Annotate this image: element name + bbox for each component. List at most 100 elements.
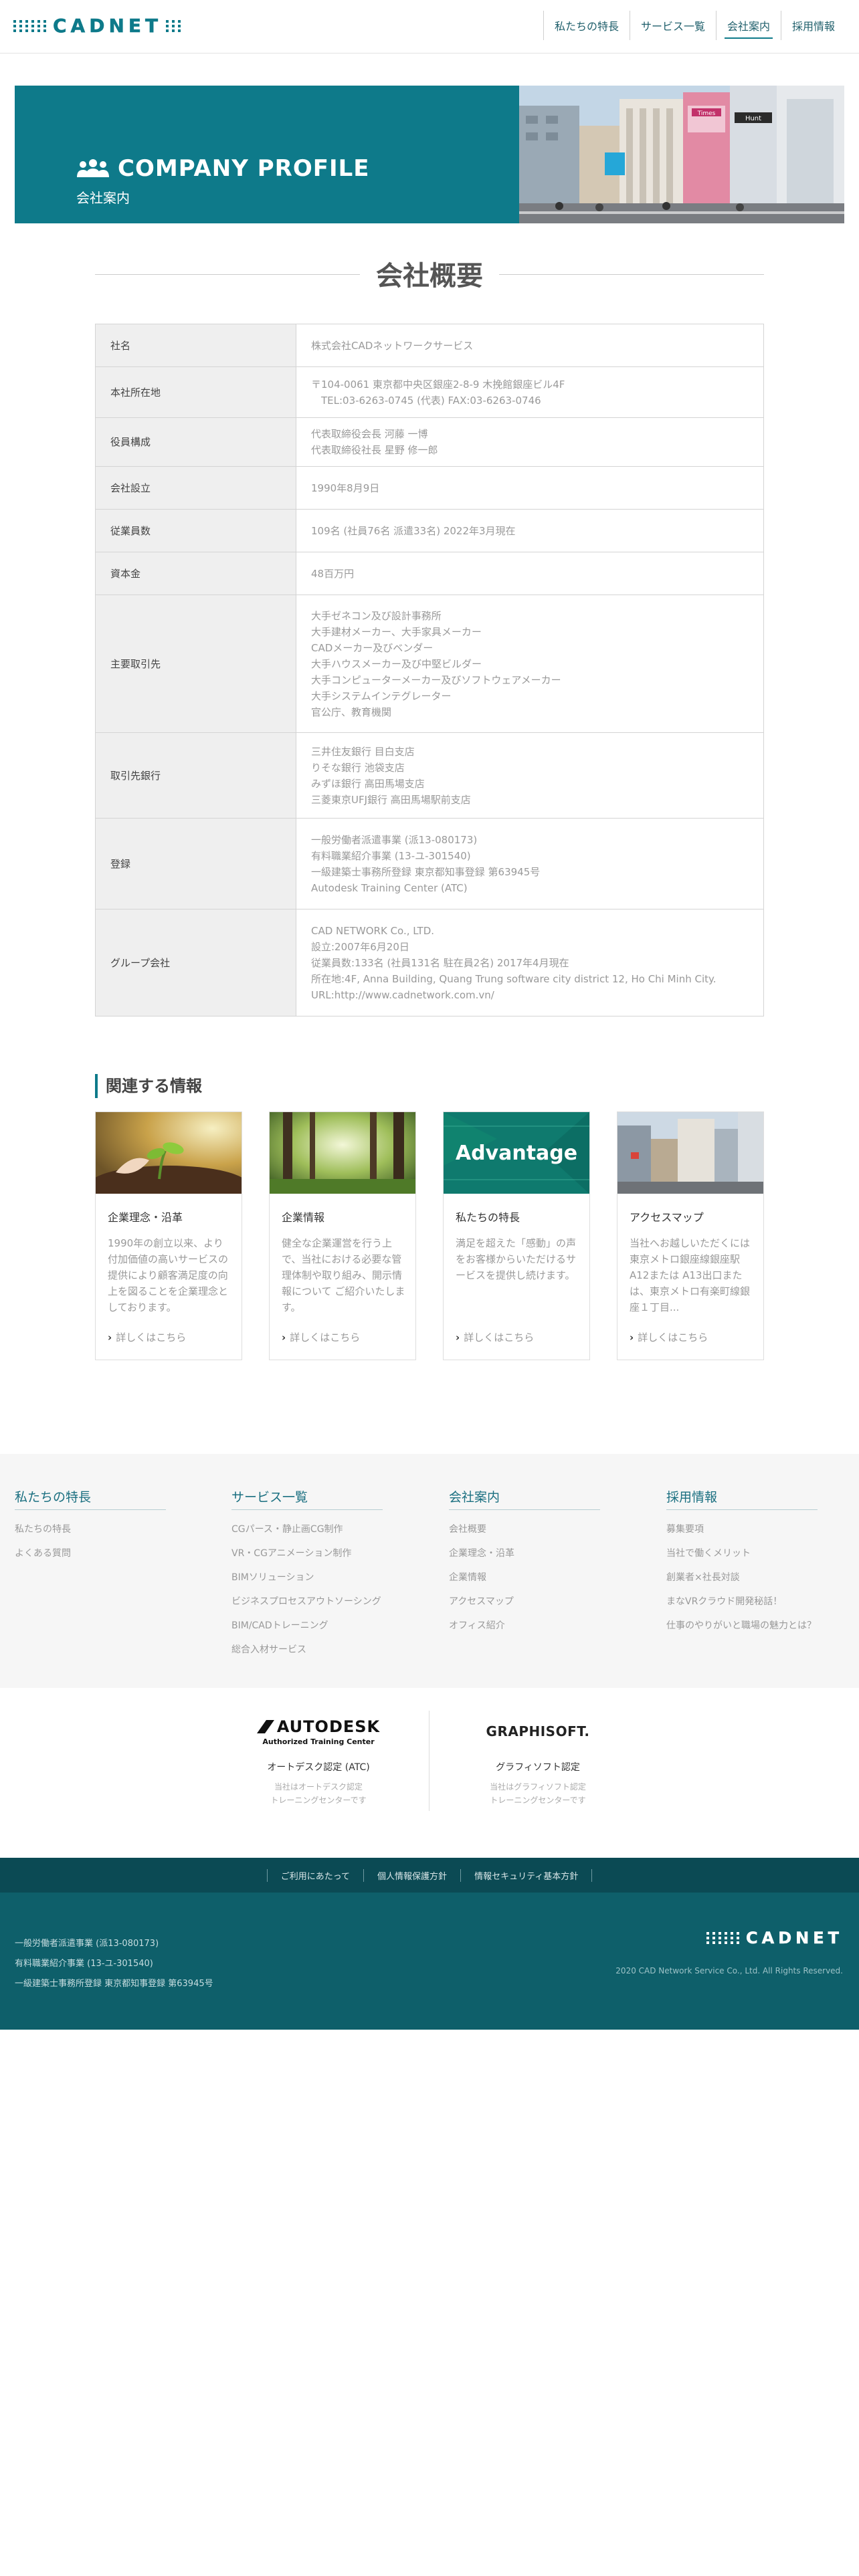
profile-row: 主要取引先 大手ゼネコン及び設計事務所 大手建材メーカー、大手家具メーカー CADメー…	[95, 595, 764, 733]
profile-value: CAD NETWORK Co., LTD. 設立:2007年6月20日従業員数:1…	[296, 909, 764, 1016]
profile-row: 資本金 48百万円	[95, 552, 764, 595]
footer-link[interactable]: ビジネスプロセスアウトソーシング	[231, 1594, 385, 1609]
profile-label: 取引先銀行	[95, 732, 296, 819]
graphisoft-wordmark: GRAPHISOFT.	[486, 1723, 590, 1739]
partner-graphisoft[interactable]: GRAPHISOFT. グラフィソフト認定 当社はグラフィソフト認定 トレーニン…	[438, 1715, 638, 1807]
policy-terms-link[interactable]: ご利用にあたって	[266, 1868, 363, 1882]
site-logo[interactable]: CADNET	[13, 15, 182, 37]
footer-column-heading[interactable]: サービス一覧	[231, 1487, 383, 1510]
related-card-philosophy[interactable]: 企業理念・沿革 1990年の創立以来、より付加価値の高いサービスの提供により顧客…	[95, 1111, 242, 1360]
photo-sign-1: Times	[697, 110, 716, 117]
profile-label: 会社設立	[95, 466, 296, 510]
nav-company[interactable]: 会社案内	[715, 11, 781, 40]
hero-title-row: COMPANY PROFILE	[76, 155, 369, 182]
company-profile-table: 社名 株式会社CADネットワークサービス 本社所在地 〒104-0061 東京都中央区…	[95, 324, 764, 1016]
footer-link[interactable]: まなVRクラウド開発秘話！	[666, 1594, 820, 1609]
profile-value-line: 大手ハウスメーカー及び中堅ビルダー	[311, 657, 482, 670]
profile-value: 109名 (社員76名 派遣33名) 2022年3月現在	[296, 509, 764, 552]
advantage-image: Advantage	[444, 1112, 589, 1194]
footer-link[interactable]: 企業情報	[449, 1570, 603, 1585]
profile-value-line: 一般労働者派遣事業 (派13-080173)	[311, 833, 478, 846]
footer-link[interactable]: 募集要項	[666, 1522, 820, 1537]
profile-value-line: 48百万円	[311, 567, 355, 580]
footer-column: 採用情報募集要項当社で働くメリット 創業者×社長対談 まなVRクラウド開発秘話！ 仕事…	[666, 1487, 820, 1633]
footer-column: 私たちの特長 私たちの特長 よくある質問	[15, 1487, 169, 1561]
card-title: 私たちの特長	[456, 1211, 520, 1224]
card-title: アクセスマップ	[630, 1211, 704, 1224]
section-heading: 会社概要	[95, 254, 764, 294]
nav-recruit[interactable]: 採用情報	[780, 11, 846, 40]
partner-desc-line: 当社はグラフィソフト認定	[490, 1782, 586, 1792]
graphisoft-logo: GRAPHISOFT.	[438, 1715, 638, 1748]
footer-link[interactable]: 総合入材サービス	[231, 1642, 385, 1657]
card-more-link[interactable]: › 詳しくはこちら	[630, 1330, 708, 1344]
profile-label: 資本金	[95, 552, 296, 595]
profile-value-line: 大手建材メーカー、大手家具メーカー	[311, 625, 482, 638]
policy-links-bar: ご利用にあたって 個人情報保護方針 情報セキュリティ基本方針	[0, 1858, 859, 1893]
nav-services[interactable]: サービス一覧	[629, 11, 716, 40]
chevron-right-icon: ›	[456, 1331, 460, 1344]
more-label: 詳しくはこちら	[116, 1331, 187, 1344]
footer-logo[interactable]: CADNET	[706, 1930, 843, 1946]
card-more-link[interactable]: › 詳しくはこちら	[282, 1330, 360, 1344]
card-more-link[interactable]: › 詳しくはこちら	[456, 1330, 534, 1344]
footer-link[interactable]: BIMソリューション	[231, 1570, 385, 1585]
profile-value-line: 所在地:4F, Anna Building, Quang Trung softw…	[311, 972, 717, 985]
profile-value-line: CAD NETWORK Co., LTD.	[311, 924, 435, 937]
hero-banner: COMPANY PROFILE 会社案内 Times Hunt	[15, 86, 844, 223]
city-street-image: Times Hunt	[519, 86, 844, 223]
partner-autodesk[interactable]: AUTODESK Authorized Training Center オートデ…	[218, 1715, 419, 1807]
footer-link[interactable]: オフィス紹介	[449, 1618, 603, 1633]
people-icon	[77, 159, 109, 177]
profile-value-line: 三井住友銀行 目白支店	[311, 745, 415, 758]
partner-desc-line: 当社はオートデスク認定	[274, 1782, 363, 1792]
profile-value: 1990年8月9日	[296, 466, 764, 510]
logo-text: CADNET	[53, 15, 163, 37]
footer-link[interactable]: 会社概要	[449, 1522, 603, 1537]
profile-value-line: 設立:2007年6月20日	[311, 940, 409, 953]
autodesk-wordmark: AUTODESK	[276, 1717, 381, 1736]
footer-column: サービス一覧 CGパース・静止画CG制作 VR・CGアニメーション制作 BIMソリュー…	[231, 1487, 385, 1657]
card-more-link[interactable]: › 詳しくはこちら	[108, 1330, 186, 1344]
profile-value-line: 代表取締役社長 星野 修一郎	[311, 444, 438, 456]
forest-image	[270, 1112, 415, 1194]
footer-link[interactable]: BIM/CADトレーニング	[231, 1618, 385, 1633]
registration-list: 一般労働者派遣事業 (派13-080173) 有料職業紹介事業 (13-ユ-30…	[15, 1934, 213, 1994]
footer-link[interactable]: 当社で働くメリット	[666, 1546, 820, 1561]
footer-link[interactable]: 創業者×社長対談	[666, 1570, 820, 1585]
profile-value: 〒104-0061 東京都中央区銀座2-8-9 木挽館銀座ビル4F TEL:03…	[296, 366, 764, 418]
footer-link[interactable]: アクセスマップ	[449, 1594, 603, 1609]
profile-value: 代表取締役会長 河藤 一博 代表取締役社長 星野 修一郎	[296, 417, 764, 467]
footer-column-heading[interactable]: 会社案内	[449, 1487, 600, 1510]
profile-value: 大手ゼネコン及び設計事務所 大手建材メーカー、大手家具メーカー CADメーカー及びベ…	[296, 595, 764, 733]
footer-link[interactable]: 仕事のやりがいと職場の魅力とは？	[666, 1618, 820, 1633]
related-card-corporate-info[interactable]: 企業情報 健全な企業運営を行う上で、当社における必要な管理体制や取り組み、開示情…	[269, 1111, 416, 1360]
related-card-access-map[interactable]: アクセスマップ 当社へお越しいただくには東京メトロ銀座線銀座駅A12または A1…	[617, 1111, 764, 1360]
hero-subtitle: 会社案内	[76, 190, 130, 206]
footer-column-heading[interactable]: 私たちの特長	[15, 1487, 166, 1510]
footer-link[interactable]: よくある質問	[15, 1546, 169, 1561]
footer-link[interactable]: VR・CGアニメーション制作	[231, 1546, 385, 1561]
footer-link[interactable]: 企業理念・沿革	[449, 1546, 603, 1561]
site-header: CADNET 私たちの特長 サービス一覧 会社案内 採用情報	[0, 0, 859, 53]
profile-value-line: Autodesk Training Center (ATC)	[311, 881, 468, 894]
policy-security-link[interactable]: 情報セキュリティ基本方針	[460, 1868, 593, 1882]
footer-link[interactable]: CGパース・静止画CG制作	[231, 1522, 385, 1537]
related-card-features[interactable]: Advantage 私たちの特長 満足を超えた「感動」の声をお客様からいただける…	[443, 1111, 590, 1360]
nav-features[interactable]: 私たちの特長	[543, 11, 630, 40]
profile-value-line: 1990年8月9日	[311, 481, 380, 494]
profile-label: 役員構成	[95, 417, 296, 467]
logo-dots-icon	[166, 20, 182, 32]
chevron-right-icon: ›	[108, 1331, 112, 1344]
registration-line: 有料職業紹介事業 (13-ユ-301540)	[15, 1959, 153, 1969]
profile-value-line: 三菱東京UFJ銀行 高田馬場駅前支店	[311, 793, 471, 806]
profile-value-line: 従業員数:133名 (社員131名 駐在員2名) 2017年4月現在	[311, 956, 569, 969]
profile-label: 社名	[95, 324, 296, 367]
footer-column-heading[interactable]: 採用情報	[666, 1487, 818, 1510]
footer-column: 会社案内会社概要企業理念・沿革 企業情報アクセスマップ オフィス紹介	[449, 1487, 603, 1633]
seedling-image	[96, 1112, 242, 1194]
partner-certifications: AUTODESK Authorized Training Center オートデ…	[0, 1688, 859, 1858]
footer-link[interactable]: 私たちの特長	[15, 1522, 169, 1537]
policy-privacy-link[interactable]: 個人情報保護方針	[363, 1868, 460, 1882]
profile-row: 会社設立 1990年8月9日	[95, 466, 764, 510]
